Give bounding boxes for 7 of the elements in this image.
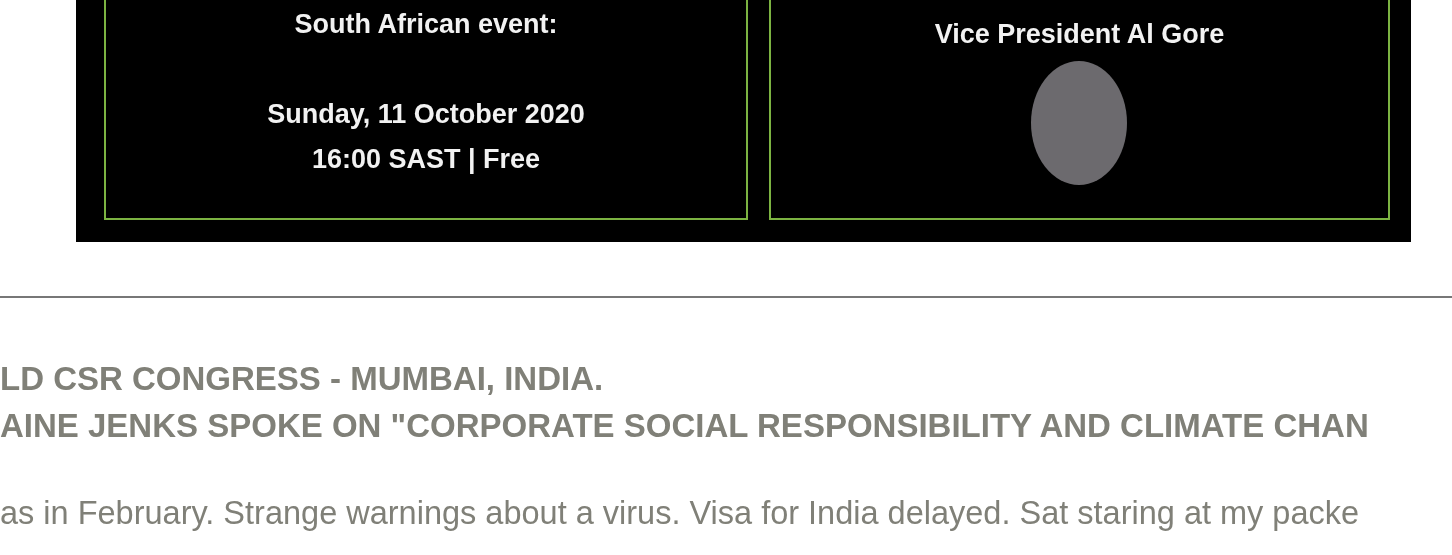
article-heading: AINE JENKS SPOKE ON "CORPORATE SOCIAL RESPONSIBILITY AND CLIMATE CHAN bbox=[0, 406, 1370, 446]
article-heading: LD CSR CONGRESS - MUMBAI, INDIA. bbox=[0, 359, 605, 399]
event-title: South African event: bbox=[294, 8, 558, 41]
article-text: as in February. Strange warnings about a virus. Visa for India delayed. Sat staring at my packe bbox=[0, 494, 1361, 533]
event-detail: Sunday, 11 October 2020 bbox=[267, 98, 585, 131]
event-detail: 16:00 SAST | Free bbox=[311, 143, 541, 176]
speaker-name: Vice President Al Gore bbox=[934, 18, 1225, 51]
